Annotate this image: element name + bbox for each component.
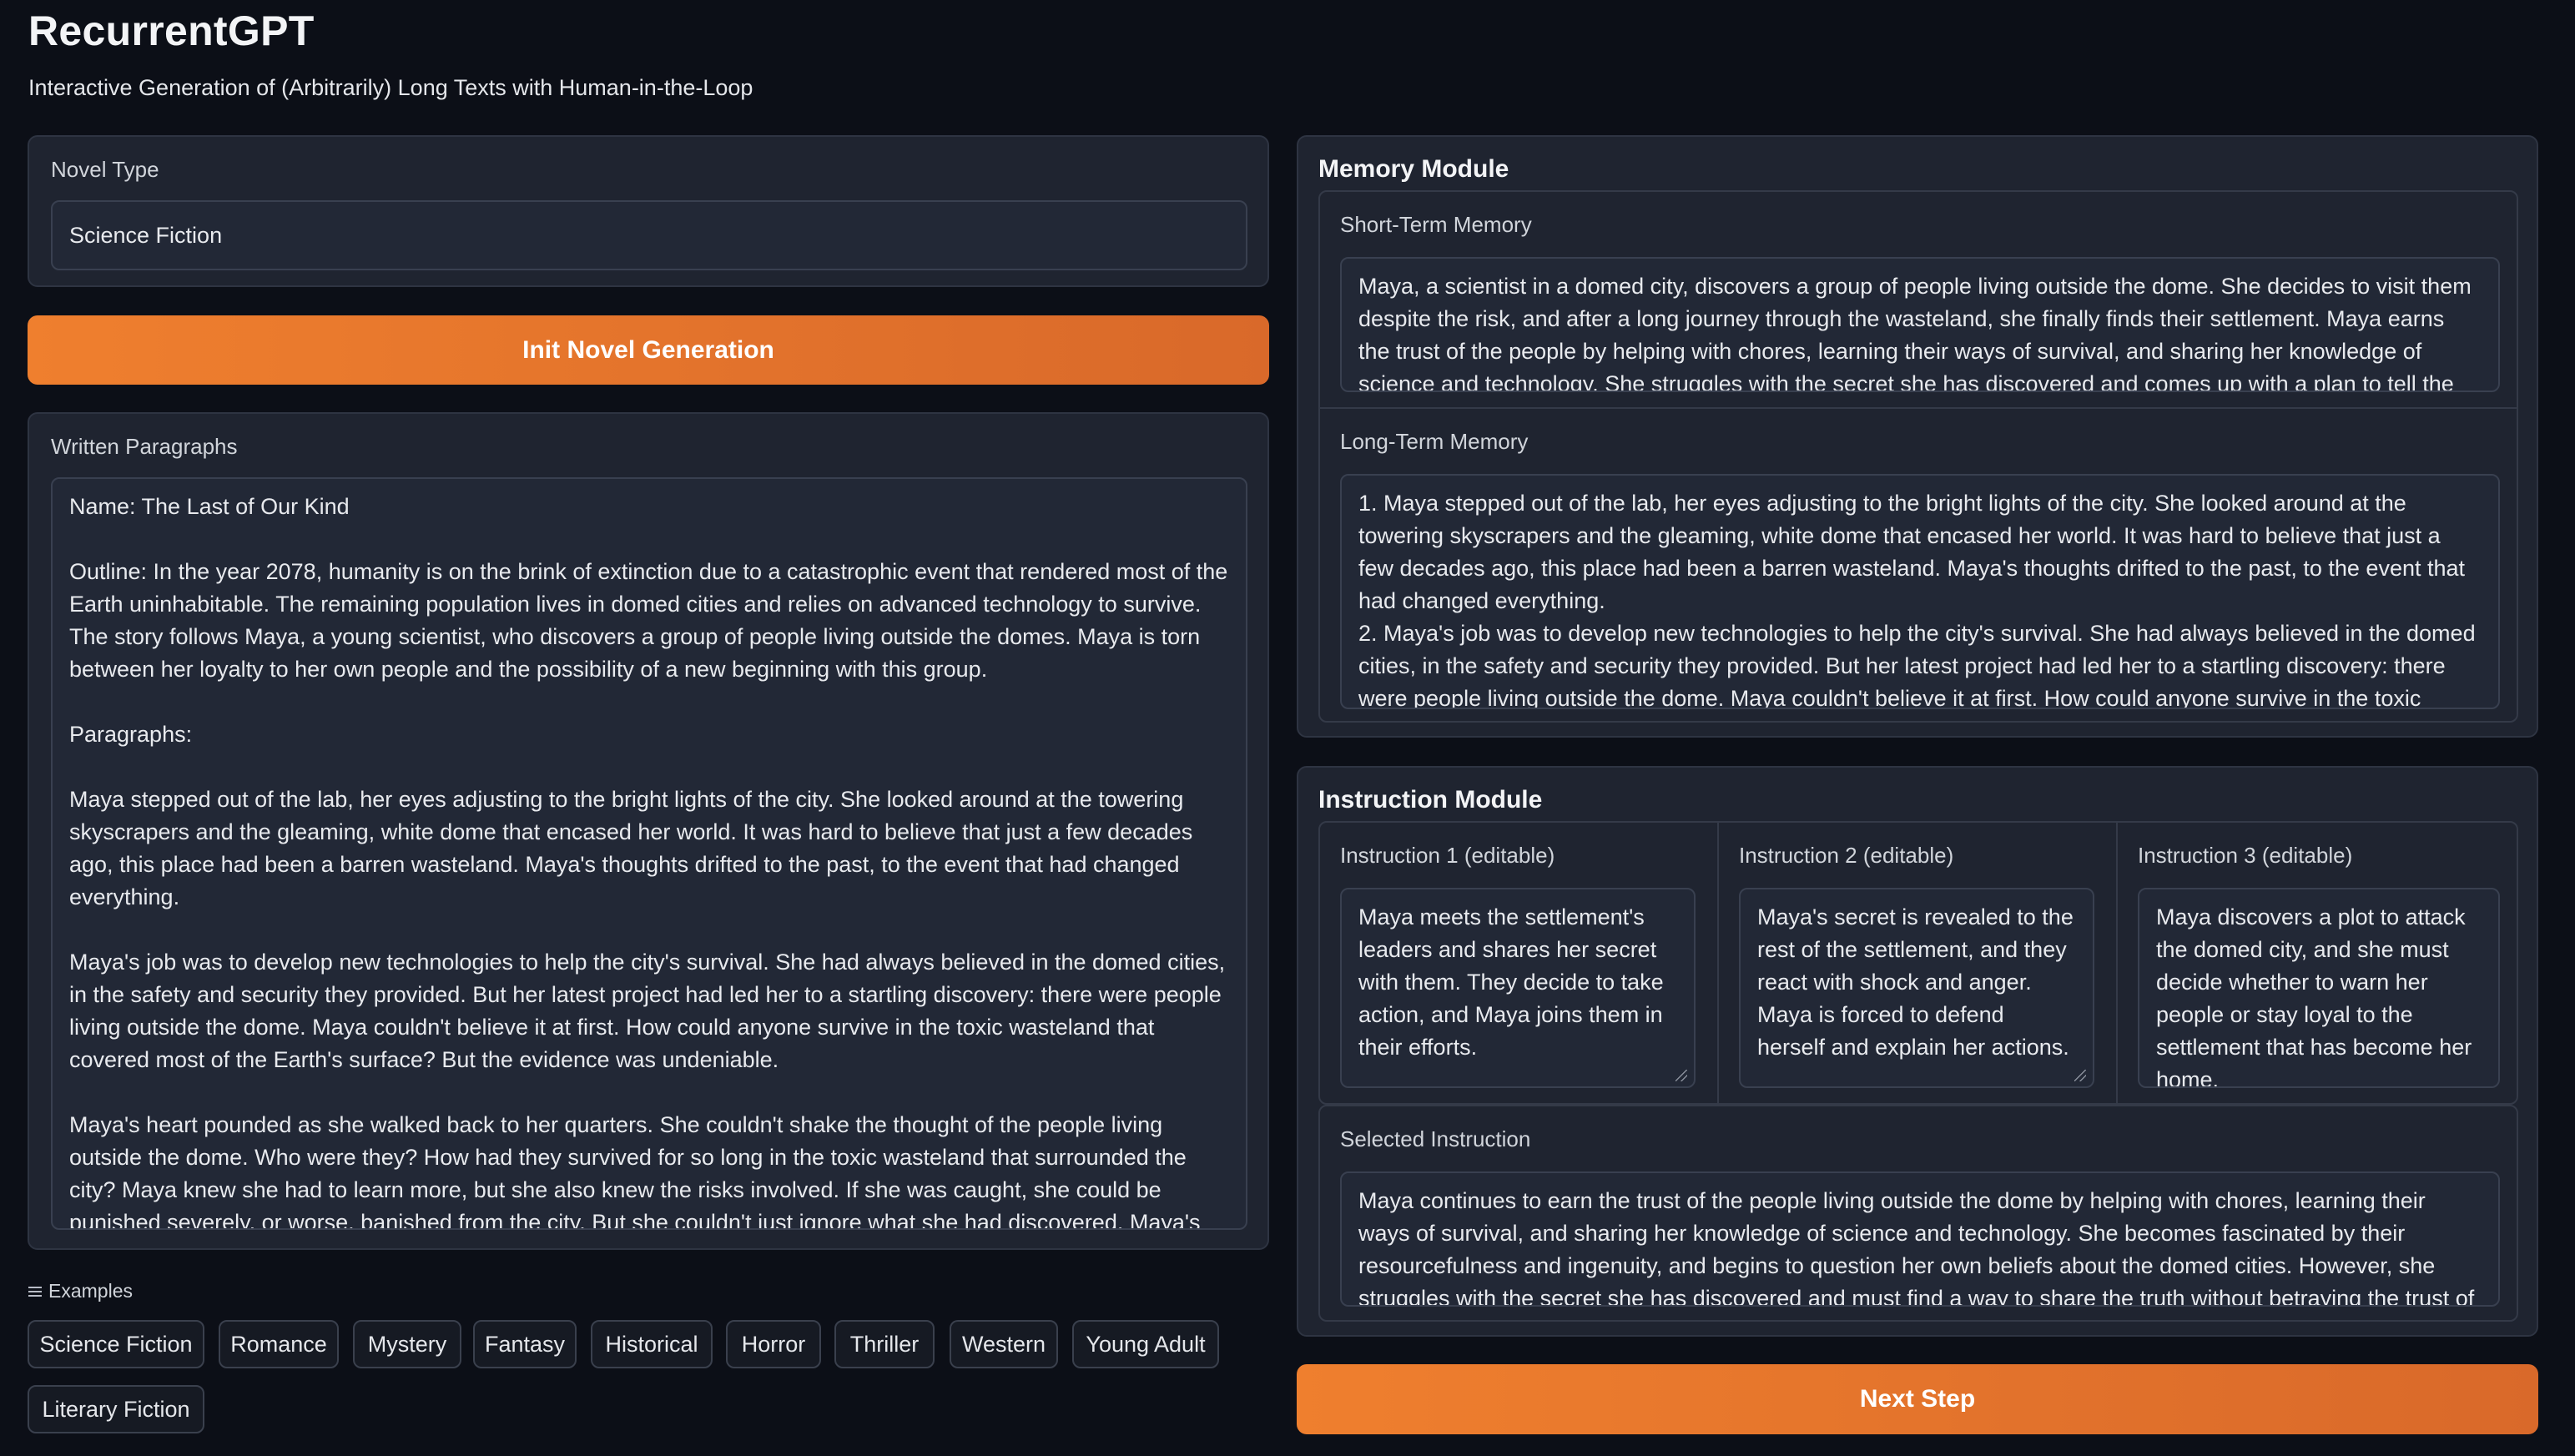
instruction-columns-panel: Instruction 1 (editable) Maya meets the … bbox=[1318, 821, 2518, 1105]
selected-instruction-panel: Selected Instruction Maya continues to e… bbox=[1318, 1105, 2518, 1322]
instruction-2-textarea[interactable]: Maya's secret is revealed to the rest of… bbox=[1739, 888, 2094, 1088]
app-title: RecurrentGPT bbox=[28, 8, 315, 54]
list-icon bbox=[28, 1286, 42, 1297]
instruction-2-label: Instruction 2 (editable) bbox=[1739, 843, 1954, 868]
instruction-module-title: Instruction Module bbox=[1318, 786, 1543, 814]
selected-instruction-label: Selected Instruction bbox=[1340, 1126, 1531, 1151]
app-subtitle: Interactive Generation of (Arbitrarily) … bbox=[28, 75, 753, 100]
example-chip-western[interactable]: Western bbox=[950, 1320, 1058, 1368]
init-novel-generation-button[interactable]: Init Novel Generation bbox=[28, 315, 1269, 385]
example-chip-mystery[interactable]: Mystery bbox=[353, 1320, 461, 1368]
novel-type-panel: Novel Type bbox=[28, 135, 1269, 287]
novel-type-label: Novel Type bbox=[51, 157, 159, 182]
example-chip-horror[interactable]: Horror bbox=[726, 1320, 821, 1368]
memory-module-title: Memory Module bbox=[1318, 155, 1509, 183]
example-chip-young-adult[interactable]: Young Adult bbox=[1072, 1320, 1219, 1368]
novel-type-input[interactable] bbox=[51, 200, 1247, 270]
written-paragraphs-label: Written Paragraphs bbox=[51, 434, 238, 459]
instruction-1-label: Instruction 1 (editable) bbox=[1340, 843, 1555, 868]
short-term-memory-label: Short-Term Memory bbox=[1340, 212, 1532, 237]
example-chip-thriller[interactable]: Thriller bbox=[834, 1320, 935, 1368]
long-term-memory-label: Long-Term Memory bbox=[1340, 429, 1529, 454]
examples-label: Examples bbox=[48, 1280, 133, 1302]
resize-handle-icon[interactable] bbox=[2074, 1070, 2086, 1081]
instruction-divider-1 bbox=[1717, 823, 1719, 1103]
memory-inner-panel: Short-Term Memory Maya, a scientist in a… bbox=[1318, 190, 2518, 723]
instruction-divider-2 bbox=[2116, 823, 2118, 1103]
short-term-memory-textarea[interactable]: Maya, a scientist in a domed city, disco… bbox=[1340, 257, 2500, 392]
selected-instruction-textarea[interactable]: Maya continues to earn the trust of the … bbox=[1340, 1171, 2500, 1307]
instruction-1-textarea[interactable]: Maya meets the settlement's leaders and … bbox=[1340, 888, 1696, 1088]
example-chip-literary-fiction[interactable]: Literary Fiction bbox=[28, 1385, 204, 1433]
resize-handle-icon[interactable] bbox=[1676, 1070, 1687, 1081]
example-chip-fantasy[interactable]: Fantasy bbox=[473, 1320, 577, 1368]
examples-header: Examples bbox=[28, 1280, 133, 1302]
example-chip-romance[interactable]: Romance bbox=[219, 1320, 339, 1368]
written-paragraphs-panel: Written Paragraphs Name: The Last of Our… bbox=[28, 412, 1269, 1250]
instruction-3-label: Instruction 3 (editable) bbox=[2138, 843, 2353, 868]
instruction-module-panel: Instruction Module Instruction 1 (editab… bbox=[1297, 766, 2538, 1337]
instruction-3-textarea[interactable]: Maya discovers a plot to attack the dome… bbox=[2138, 888, 2500, 1088]
memory-module-panel: Memory Module Short-Term Memory Maya, a … bbox=[1297, 135, 2538, 738]
example-chip-science-fiction[interactable]: Science Fiction bbox=[28, 1320, 204, 1368]
example-chip-historical[interactable]: Historical bbox=[591, 1320, 713, 1368]
app-root: RecurrentGPT Interactive Generation of (… bbox=[0, 0, 2575, 1456]
next-step-button[interactable]: Next Step bbox=[1297, 1364, 2538, 1434]
written-paragraphs-textarea[interactable]: Name: The Last of Our Kind Outline: In t… bbox=[51, 477, 1247, 1230]
memory-divider bbox=[1320, 407, 2517, 409]
long-term-memory-textarea[interactable]: 1. Maya stepped out of the lab, her eyes… bbox=[1340, 474, 2500, 709]
